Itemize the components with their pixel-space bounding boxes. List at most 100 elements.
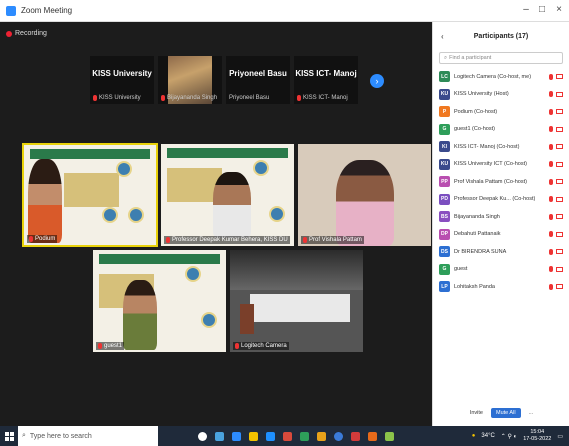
invite-button[interactable]: Invite	[470, 410, 483, 416]
tile-name: Prof Vishala Pattam	[309, 237, 362, 243]
participant-name: Lohitaksh Panda	[454, 283, 495, 290]
participant-avatar: DS	[439, 246, 450, 258]
zoom-app-icon[interactable]	[232, 431, 241, 441]
participant-status	[549, 266, 563, 273]
app-icon[interactable]	[266, 431, 275, 441]
mic-muted-icon	[549, 126, 553, 133]
tile-name: Podium	[35, 236, 56, 242]
gallery-tile[interactable]: Professor Deepak Kumar Behera, KISS DU	[160, 143, 295, 247]
slide-photo	[116, 161, 132, 177]
participant-avatar: G	[439, 263, 450, 275]
mic-muted-icon	[549, 231, 553, 238]
participant-row[interactable]: KU KISS University ICT (Co-host)	[433, 156, 569, 174]
mic-muted-icon	[166, 237, 170, 243]
mic-muted-icon	[549, 91, 553, 98]
gallery-tile[interactable]: Prof Vishala Pattam	[297, 143, 432, 247]
video-off-icon	[556, 144, 563, 150]
app-icon[interactable]	[317, 431, 326, 441]
participant-video	[28, 159, 62, 243]
search-placeholder: Find a participant	[449, 55, 492, 61]
participant-row[interactable]: P Podium (Co-host)	[433, 103, 569, 121]
gallery-tile[interactable]: guest1	[92, 249, 227, 353]
edge-icon[interactable]	[334, 431, 343, 441]
strip-tile[interactable]: KISS University KISS University	[90, 56, 154, 104]
next-page-button[interactable]: ›	[370, 74, 384, 88]
gallery-tile-active-speaker[interactable]: Podium	[22, 143, 158, 247]
filmstrip: KISS University KISS University Bijayana…	[90, 56, 358, 104]
participant-row[interactable]: PD Professor Deepak Ku... (Co-host)	[433, 191, 569, 209]
participant-search-input[interactable]: ⌕ Find a participant	[439, 52, 563, 64]
maximize-button[interactable]: □	[535, 4, 549, 15]
participant-status	[549, 283, 563, 290]
app-icon[interactable]	[385, 431, 394, 441]
participant-row[interactable]: DS Dr BIRENDRA SUNA	[433, 243, 569, 261]
more-button[interactable]: ...	[529, 410, 534, 416]
participant-row[interactable]: Gguest	[433, 261, 569, 279]
slide-photo	[185, 266, 201, 282]
strip-sub: KISS University	[93, 95, 141, 101]
app-icon[interactable]	[215, 431, 224, 441]
participant-row[interactable]: KU KISS University (Host)	[433, 86, 569, 104]
video-off-icon	[556, 179, 563, 185]
strip-tile[interactable]: Bijayananda Singh	[158, 56, 222, 104]
zoom-logo-icon	[6, 5, 16, 16]
strip-tile[interactable]: Priyoneel Basu Priyoneel Basu	[226, 56, 290, 104]
app-icon[interactable]	[283, 431, 292, 441]
tile-label: Logitech Camera	[233, 342, 289, 350]
participant-status	[549, 108, 563, 115]
participant-name: guest	[454, 266, 468, 273]
participant-avatar: P	[439, 106, 450, 118]
participant-avatar: DP	[439, 228, 450, 240]
mic-muted-icon	[549, 143, 553, 150]
mic-muted-icon	[549, 213, 553, 220]
participant-row[interactable]: Gguest1 (Co-host)	[433, 121, 569, 139]
mic-muted-icon	[549, 248, 553, 255]
app-icon[interactable]	[300, 431, 309, 441]
start-button[interactable]	[0, 426, 18, 446]
strip-sub: Bijayananda Singh	[161, 95, 217, 101]
participant-status	[549, 73, 563, 80]
strip-tile[interactable]: KISS ICT- Manoj KISS ICT- Manoj	[294, 56, 358, 104]
task-view-icon[interactable]	[198, 431, 207, 441]
notification-icon[interactable]: ▭	[557, 433, 563, 440]
shared-slide	[93, 250, 226, 352]
clock[interactable]: 15:04 17-05-2022	[523, 429, 551, 443]
participant-row[interactable]: KI KISS ICT- Manoj (Co-host)	[433, 138, 569, 156]
participant-name: KISS University (Host)	[454, 91, 509, 98]
taskbar-search-input[interactable]: ⌕ Type here to search	[18, 426, 158, 446]
windows-logo-icon	[4, 431, 14, 441]
slide-photo	[253, 160, 269, 176]
participant-status	[549, 178, 563, 185]
app-icon[interactable]	[351, 431, 360, 441]
tile-name: Logitech Camera	[241, 343, 287, 349]
participant-name: Dr BIRENDRA SUNA	[454, 248, 507, 255]
collapse-icon[interactable]: ‹	[441, 32, 444, 41]
video-area: Recording KISS University KISS Universit…	[0, 22, 432, 426]
search-icon: ⌕	[444, 54, 448, 61]
participant-row[interactable]: BS Bijayananda Singh	[433, 208, 569, 226]
mic-muted-icon	[549, 73, 553, 80]
participant-row[interactable]: DP Debahuti Pattanaik	[433, 226, 569, 244]
participant-row[interactable]: LC Logitech Camera (Co-host, me)	[433, 68, 569, 86]
clock-date: 17-05-2022	[523, 436, 552, 442]
tile-label: guest1	[96, 342, 125, 350]
app-icon[interactable]	[368, 431, 377, 441]
recording-indicator: Recording	[6, 30, 47, 37]
participants-title: Participants (17)	[473, 32, 529, 40]
gallery-tile[interactable]: Logitech Camera	[229, 249, 364, 353]
participant-row[interactable]: PP Prof Vishala Pattam (Co-host)	[433, 173, 569, 191]
tray-icons[interactable]: ⌃ ⚲ ◐	[501, 433, 517, 440]
participant-avatar: KI	[439, 141, 450, 153]
participant-row[interactable]: LP Lohitaksh Panda	[433, 278, 569, 296]
file-explorer-icon[interactable]	[249, 431, 258, 441]
slide-photo	[102, 207, 118, 223]
video-off-icon	[556, 196, 563, 202]
tile-name: guest1	[104, 343, 123, 349]
close-button[interactable]: ×	[552, 4, 566, 15]
mute-all-button[interactable]: Mute All	[490, 408, 521, 418]
tile-label: Prof Vishala Pattam	[301, 236, 364, 244]
slide-header	[30, 149, 150, 159]
minimize-button[interactable]: –	[519, 4, 533, 15]
participants-header: ‹ Participants (17)	[433, 22, 569, 50]
participant-status	[549, 91, 563, 98]
